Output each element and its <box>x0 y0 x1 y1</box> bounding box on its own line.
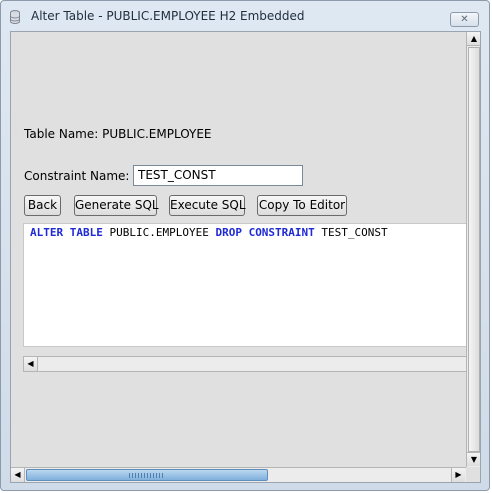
close-button[interactable]: ✕ <box>450 12 479 27</box>
alter-table-window: Alter Table - PUBLIC.EMPLOYEE H2 Embedde… <box>0 0 490 491</box>
scroll-left-icon[interactable]: ◀ <box>11 468 25 482</box>
copy-to-editor-button[interactable]: Copy To Editor <box>257 195 347 216</box>
close-icon: ✕ <box>460 14 469 25</box>
scroll-down-icon[interactable]: ▼ <box>467 452 480 466</box>
title-bar[interactable]: Alter Table - PUBLIC.EMPLOYEE H2 Embedde… <box>1 1 491 31</box>
sql-horizontal-scrollbar[interactable]: ◀ <box>23 356 467 372</box>
scroll-left-icon[interactable]: ◀ <box>24 357 38 371</box>
sql-table-name: PUBLIC.EMPLOYEE <box>102 226 216 239</box>
horizontal-scrollbar[interactable]: ◀ ▶ <box>11 467 466 482</box>
database-icon <box>10 10 20 24</box>
back-button[interactable]: Back <box>24 195 61 216</box>
dialog-content: Table Name: PUBLIC.EMPLOYEE Constraint N… <box>10 31 481 483</box>
sql-keyword: DROP CONSTRAINT <box>215 226 315 239</box>
sql-constraint-name: TEST_CONST <box>314 226 388 239</box>
sql-keyword: ALTER TABLE <box>30 226 103 239</box>
scroll-grip <box>129 473 163 478</box>
vertical-scroll-thumb[interactable] <box>468 47 480 452</box>
horizontal-scroll-thumb[interactable] <box>26 469 268 481</box>
vertical-scrollbar[interactable]: ▲ ▼ <box>466 32 480 467</box>
generate-sql-button[interactable]: Generate SQL <box>74 195 159 216</box>
constraint-name-label: Constraint Name: <box>24 169 130 183</box>
constraint-name-field[interactable]: TEST_CONST <box>133 165 303 186</box>
window-title: Alter Table - PUBLIC.EMPLOYEE H2 Embedde… <box>31 9 305 23</box>
table-name-label: Table Name: PUBLIC.EMPLOYEE <box>24 127 212 141</box>
scroll-right-icon[interactable]: ▶ <box>451 468 465 482</box>
execute-sql-button[interactable]: Execute SQL <box>169 195 246 216</box>
sql-text-area[interactable]: ALTER TABLE PUBLIC.EMPLOYEE DROP CONSTRA… <box>23 223 467 347</box>
scroll-up-icon[interactable]: ▲ <box>467 32 480 46</box>
